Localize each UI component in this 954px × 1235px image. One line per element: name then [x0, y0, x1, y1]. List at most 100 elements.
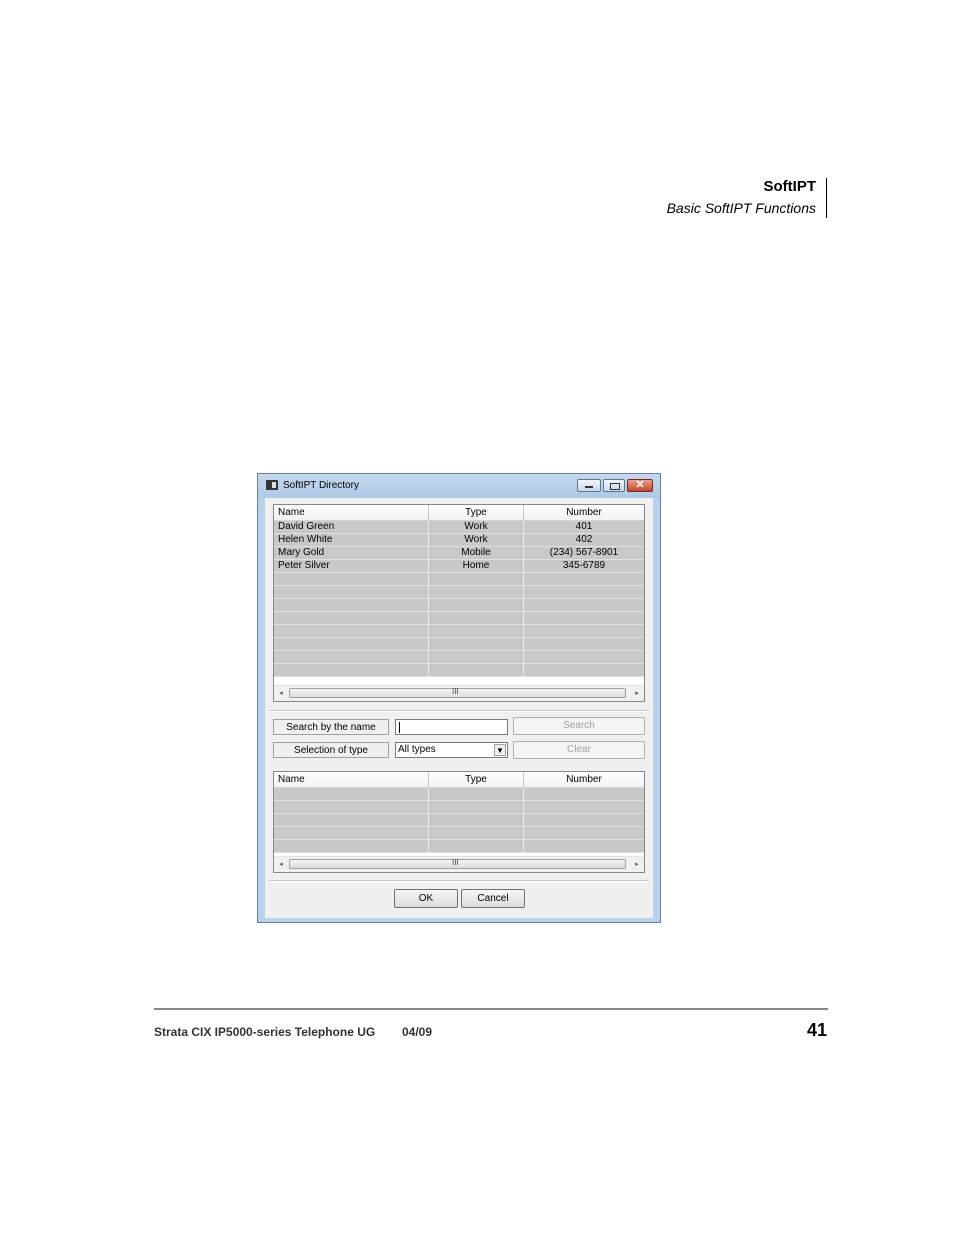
scroll-left-icon[interactable]: ◂ [274, 686, 288, 701]
divider [269, 880, 649, 882]
table-row[interactable] [274, 814, 644, 827]
cell-type [429, 788, 524, 801]
table-row[interactable] [274, 827, 644, 840]
cell-name [274, 651, 429, 664]
cell-number [524, 599, 644, 612]
app-icon [266, 480, 278, 490]
footer-doc-title: Strata CIX IP5000-series Telephone UG [154, 1025, 376, 1039]
cell-number [524, 827, 644, 840]
results-list[interactable]: Name Type Number ◂ III ▸ [273, 771, 645, 873]
cell-type: Work [429, 521, 524, 534]
page-number: 41 [806, 1020, 827, 1040]
results-list-body [274, 788, 644, 853]
column-header-number[interactable]: Number [524, 772, 644, 787]
horizontal-scrollbar[interactable]: ◂ III ▸ [274, 856, 644, 872]
column-header-type[interactable]: Type [429, 505, 524, 520]
cell-name [274, 638, 429, 651]
cell-name [274, 599, 429, 612]
cell-number [524, 840, 644, 853]
cell-type [429, 840, 524, 853]
table-row[interactable] [274, 801, 644, 814]
selection-of-type-label: Selection of type [273, 742, 389, 758]
cell-number [524, 664, 644, 677]
column-header-type[interactable]: Type [429, 772, 524, 787]
directory-list[interactable]: Name Type Number David Green Work 401 Helen… [273, 504, 645, 702]
scroll-thumb[interactable]: III [289, 858, 626, 869]
search-button[interactable]: Search [513, 717, 645, 735]
minimize-button[interactable] [577, 479, 601, 492]
scroll-grip-icon: III [452, 858, 459, 867]
list-header: Name Type Number [274, 772, 644, 788]
cell-name: Mary Gold [274, 547, 429, 560]
table-row[interactable] [274, 573, 644, 586]
cell-number [524, 625, 644, 638]
header-rule [826, 178, 827, 218]
window-titlebar[interactable]: SoftIPT Directory ✕ [258, 474, 660, 498]
cell-type: Home [429, 560, 524, 573]
table-row[interactable] [274, 651, 644, 664]
table-row[interactable] [274, 612, 644, 625]
table-row[interactable] [274, 599, 644, 612]
footer-date: 04/09 [402, 1025, 433, 1039]
type-select-value: All types [398, 744, 436, 755]
dropdown-arrow-icon[interactable]: ▼ [494, 744, 506, 756]
table-row[interactable] [274, 625, 644, 638]
scroll-right-icon[interactable]: ▸ [630, 686, 644, 701]
scroll-thumb[interactable]: III [289, 687, 626, 698]
cell-type [429, 801, 524, 814]
cell-name: Helen White [274, 534, 429, 547]
table-row[interactable]: Peter Silver Home 345-6789 [274, 560, 644, 573]
type-select[interactable]: All types ▼ [395, 742, 508, 758]
table-row[interactable]: David Green Work 401 [274, 521, 644, 534]
table-row[interactable] [274, 840, 644, 853]
footer-rule [154, 1008, 828, 1010]
horizontal-scrollbar[interactable]: ◂ III ▸ [274, 685, 644, 701]
cell-type [429, 599, 524, 612]
cell-number [524, 573, 644, 586]
cell-type [429, 664, 524, 677]
cell-type [429, 586, 524, 599]
cell-number: 401 [575, 521, 593, 532]
cell-type: Mobile [429, 547, 524, 560]
search-name-input[interactable] [395, 719, 508, 735]
scroll-right-icon[interactable]: ▸ [630, 857, 644, 872]
cell-number [524, 638, 644, 651]
cell-type [429, 814, 524, 827]
cell-number [524, 612, 644, 625]
page-section-title: SoftIPT [763, 178, 817, 195]
cell-name: David Green [274, 521, 429, 534]
close-button[interactable]: ✕ [627, 479, 653, 492]
cancel-button[interactable]: Cancel [461, 889, 525, 908]
column-header-name[interactable]: Name [274, 772, 429, 787]
cell-name [274, 573, 429, 586]
table-row[interactable] [274, 788, 644, 801]
cell-type [429, 651, 524, 664]
cell-name [274, 612, 429, 625]
cell-number: 402 [575, 534, 593, 545]
cell-type: Work [429, 534, 524, 547]
directory-window: SoftIPT Directory ✕ Name Type Number Dav… [257, 473, 661, 923]
cell-type [429, 827, 524, 840]
cell-number: (234) 567-8901 [549, 547, 619, 558]
ok-button[interactable]: OK [394, 889, 458, 908]
column-header-name[interactable]: Name [274, 505, 429, 520]
cell-name [274, 814, 429, 827]
cell-number [524, 788, 644, 801]
cell-name [274, 840, 429, 853]
table-row[interactable] [274, 638, 644, 651]
cell-name [274, 801, 429, 814]
table-row[interactable]: Mary Gold Mobile (234) 567-8901 [274, 547, 644, 560]
cell-name [274, 827, 429, 840]
cell-type [429, 625, 524, 638]
divider [269, 710, 649, 712]
maximize-button[interactable] [603, 479, 625, 492]
table-row[interactable] [274, 664, 644, 677]
table-row[interactable] [274, 586, 644, 599]
clear-button[interactable]: Clear [513, 741, 645, 759]
cell-number [524, 801, 644, 814]
search-by-name-label: Search by the name [273, 719, 389, 735]
cell-number [524, 814, 644, 827]
table-row[interactable]: Helen White Work 402 [274, 534, 644, 547]
scroll-left-icon[interactable]: ◂ [274, 857, 288, 872]
column-header-number[interactable]: Number [524, 505, 644, 520]
